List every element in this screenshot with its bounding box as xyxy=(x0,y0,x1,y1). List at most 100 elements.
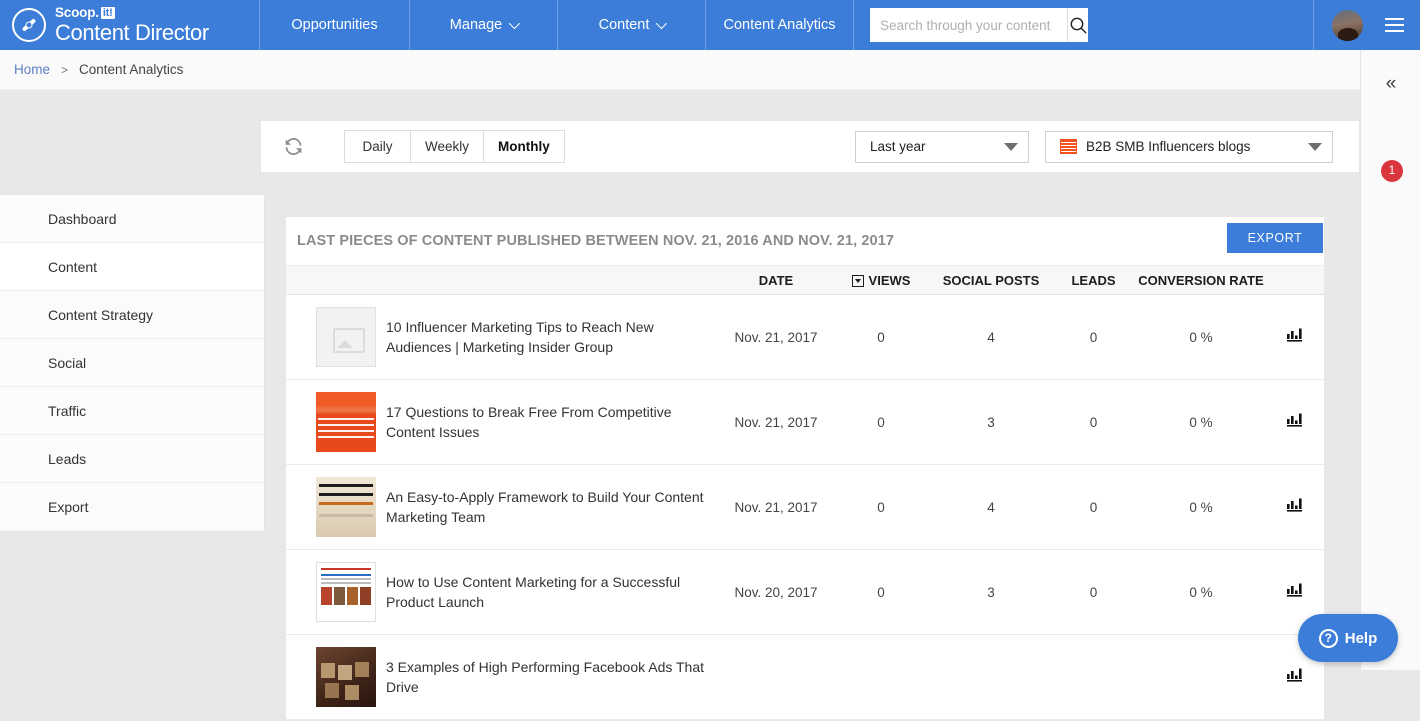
sidebar-item-export[interactable]: Export xyxy=(0,483,264,531)
row-title[interactable]: 17 Questions to Break Free From Competit… xyxy=(386,402,721,442)
hamburger-menu-icon[interactable] xyxy=(1385,14,1404,36)
sidebar-label-leads: Leads xyxy=(48,451,86,467)
row-social-posts: 4 xyxy=(931,330,1051,345)
row-thumbnail-cell xyxy=(286,562,386,622)
row-conversion-rate: 0 % xyxy=(1136,585,1266,600)
content-thumbnail-placeholder-icon xyxy=(316,307,376,367)
column-header-views-label: VIEWS xyxy=(869,273,911,288)
notification-badge[interactable]: 1 xyxy=(1381,160,1403,182)
row-views: 0 xyxy=(831,330,931,345)
bar-chart-icon[interactable] xyxy=(1287,582,1304,597)
date-range-dropdown[interactable]: Last year xyxy=(855,131,1029,163)
nav-item-content[interactable]: Content xyxy=(558,0,706,50)
row-social-posts: 3 xyxy=(931,585,1051,600)
breadcrumb-separator: > xyxy=(61,63,68,77)
dropdown-group: Last year B2B SMB Influencers blogs xyxy=(855,131,1333,163)
column-header-date[interactable]: DATE xyxy=(721,273,831,288)
sidebar-item-dashboard[interactable]: Dashboard xyxy=(0,195,264,243)
row-title[interactable]: How to Use Content Marketing for a Succe… xyxy=(386,572,721,612)
bar-chart-icon[interactable] xyxy=(1287,667,1304,682)
row-thumbnail-cell xyxy=(286,307,386,367)
nav-item-opportunities[interactable]: Opportunities xyxy=(260,0,410,50)
search-icon xyxy=(1069,16,1088,35)
sidebar-item-social[interactable]: Social xyxy=(0,339,264,387)
sort-descending-icon xyxy=(852,275,864,287)
sidebar-item-content-strategy[interactable]: Content Strategy xyxy=(0,291,264,339)
content-thumbnail-image xyxy=(316,647,376,707)
row-conversion-rate: 0 % xyxy=(1136,330,1266,345)
row-leads: 0 xyxy=(1051,415,1136,430)
table-row[interactable]: 10 Influencer Marketing Tips to Reach Ne… xyxy=(286,295,1324,380)
blog-selector-dropdown[interactable]: B2B SMB Influencers blogs xyxy=(1045,131,1333,163)
nav-label-manage: Manage xyxy=(450,17,502,33)
row-conversion-rate: 0 % xyxy=(1136,415,1266,430)
search-box xyxy=(870,8,1088,42)
export-button[interactable]: EXPORT xyxy=(1227,223,1323,253)
table-row[interactable]: An Easy-to-Apply Framework to Build Your… xyxy=(286,465,1324,550)
period-weekly[interactable]: Weekly xyxy=(411,131,484,162)
breadcrumb: Home > Content Analytics xyxy=(0,50,1360,90)
period-monthly[interactable]: Monthly xyxy=(484,131,564,162)
row-views: 0 xyxy=(831,500,931,515)
column-header-conversion-rate[interactable]: CONVERSION RATE xyxy=(1136,273,1266,288)
table-row[interactable]: 3 Examples of High Performing Facebook A… xyxy=(286,635,1324,720)
row-date: Nov. 21, 2017 xyxy=(721,415,831,430)
chevron-down-icon xyxy=(1308,143,1322,151)
bar-chart-icon[interactable] xyxy=(1287,327,1304,342)
refresh-icon[interactable] xyxy=(283,136,304,157)
column-header-views[interactable]: VIEWS xyxy=(831,273,931,288)
sidebar-label-content-strategy: Content Strategy xyxy=(48,307,153,323)
blog-thumbnail-icon xyxy=(1060,139,1077,154)
nav-item-content-analytics[interactable]: Content Analytics xyxy=(706,0,854,50)
brand-scoopit: Scoop. it! xyxy=(55,6,209,20)
search-button[interactable] xyxy=(1067,8,1088,42)
row-title[interactable]: 3 Examples of High Performing Facebook A… xyxy=(386,657,721,697)
bar-chart-icon[interactable] xyxy=(1287,412,1304,427)
brand-text: Scoop. it! Content Director xyxy=(55,6,209,44)
sidebar-item-content[interactable]: Content xyxy=(0,243,264,291)
sidebar-item-leads[interactable]: Leads xyxy=(0,435,264,483)
help-button[interactable]: ? Help xyxy=(1298,614,1398,662)
breadcrumb-home-link[interactable]: Home xyxy=(14,62,50,77)
row-social-posts: 4 xyxy=(931,500,1051,515)
row-date: Nov. 21, 2017 xyxy=(721,330,831,345)
row-thumbnail-cell xyxy=(286,647,386,707)
blog-selector-value: B2B SMB Influencers blogs xyxy=(1086,139,1250,154)
analytics-control-bar: Daily Weekly Monthly Last year B2B SMB I… xyxy=(260,120,1360,173)
row-chart-cell xyxy=(1266,667,1324,687)
nav-label-content: Content xyxy=(599,17,650,33)
column-header-social-posts[interactable]: SOCIAL POSTS xyxy=(931,273,1051,288)
avatar[interactable] xyxy=(1332,10,1363,41)
top-navigation-bar: Scoop. it! Content Director Opportunitie… xyxy=(0,0,1420,50)
row-date: Nov. 20, 2017 xyxy=(721,585,831,600)
nav-item-manage[interactable]: Manage xyxy=(410,0,558,50)
row-title[interactable]: An Easy-to-Apply Framework to Build Your… xyxy=(386,487,721,527)
search-input[interactable] xyxy=(870,8,1067,42)
bar-chart-icon[interactable] xyxy=(1287,497,1304,512)
question-circle-icon: ? xyxy=(1319,629,1338,648)
sidebar-label-social: Social xyxy=(48,355,86,371)
content-thumbnail-image xyxy=(316,392,376,452)
brand-logo[interactable]: Scoop. it! Content Director xyxy=(0,0,260,50)
export-button-label: EXPORT xyxy=(1248,231,1303,245)
nav-label-content-analytics: Content Analytics xyxy=(723,17,835,33)
content-thumbnail-image xyxy=(316,477,376,537)
chevron-down-icon xyxy=(656,18,667,29)
period-daily[interactable]: Daily xyxy=(345,131,411,162)
period-segmented-control: Daily Weekly Monthly xyxy=(344,130,565,163)
sidebar-item-traffic[interactable]: Traffic xyxy=(0,387,264,435)
table-row[interactable]: How to Use Content Marketing for a Succe… xyxy=(286,550,1324,635)
sidebar-label-dashboard: Dashboard xyxy=(48,211,117,227)
period-monthly-label: Monthly xyxy=(498,139,550,154)
row-views: 0 xyxy=(831,415,931,430)
collapse-panel-icon[interactable]: « xyxy=(1361,74,1420,93)
row-title[interactable]: 10 Influencer Marketing Tips to Reach Ne… xyxy=(386,317,721,357)
column-header-leads[interactable]: LEADS xyxy=(1051,273,1136,288)
sidebar-label-export: Export xyxy=(48,499,88,515)
page-title: LAST PIECES OF CONTENT PUBLISHED BETWEEN… xyxy=(297,233,894,249)
table-row[interactable]: 17 Questions to Break Free From Competit… xyxy=(286,380,1324,465)
row-thumbnail-cell xyxy=(286,477,386,537)
breadcrumb-current: Content Analytics xyxy=(79,62,183,77)
right-rail: « 1 xyxy=(1360,50,1420,670)
nav-label-opportunities: Opportunities xyxy=(291,17,377,33)
